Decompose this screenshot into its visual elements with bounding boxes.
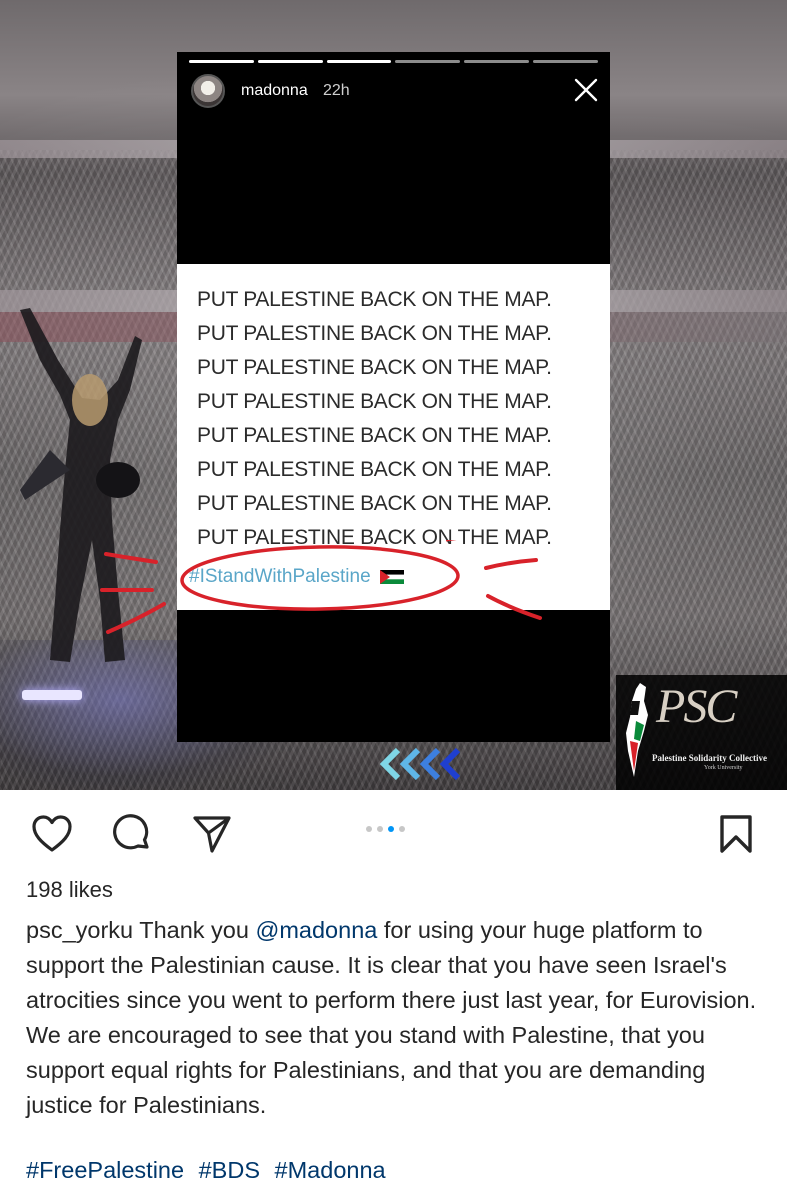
palestine-map-icon xyxy=(626,683,648,777)
carousel-indicator xyxy=(366,826,405,832)
story-progress-bar xyxy=(189,60,598,63)
hashtag-link[interactable]: #FreePalestine xyxy=(26,1157,184,1183)
carousel-dot xyxy=(377,826,383,832)
hashtag-link[interactable]: #BDS xyxy=(199,1157,260,1183)
red-circle-annotation xyxy=(100,540,542,634)
stage-light xyxy=(22,690,82,700)
hashtag-link[interactable]: #Madonna xyxy=(275,1157,386,1183)
bookmark-icon xyxy=(720,815,752,853)
psc-logo: PSC Palestine Solidarity Collective York… xyxy=(616,675,787,790)
like-button[interactable] xyxy=(30,812,74,856)
story-text-line: PUT PALESTINE BACK ON THE MAP. xyxy=(197,390,552,413)
story-text-line: PUT PALESTINE BACK ON THE MAP. xyxy=(197,288,552,311)
hashtag-list: #FreePalestine #BDS #Madonna xyxy=(26,1157,392,1184)
story-username[interactable]: madonna xyxy=(241,82,308,100)
story-text-line: PUT PALESTINE BACK ON THE MAP. xyxy=(197,322,552,345)
close-icon[interactable] xyxy=(572,76,600,104)
caption-text: for using your huge platform to support … xyxy=(26,917,757,1118)
swipe-chevrons-icon xyxy=(379,747,461,781)
story-text-line: PUT PALESTINE BACK ON THE MAP. xyxy=(197,424,552,447)
comment-button[interactable] xyxy=(110,812,154,856)
mention-link[interactable]: @madonna xyxy=(255,917,377,943)
carousel-dot xyxy=(399,826,405,832)
story-text-line: PUT PALESTINE BACK ON THE MAP. xyxy=(197,458,552,481)
story-text-line: PUT PALESTINE BACK ON THE MAP. xyxy=(197,356,552,379)
carousel-dot xyxy=(366,826,372,832)
caption-author[interactable]: psc_yorku xyxy=(26,917,133,943)
story-avatar[interactable] xyxy=(191,74,225,108)
comment-icon xyxy=(113,814,149,850)
share-button[interactable] xyxy=(190,812,234,856)
carousel-dot-active xyxy=(388,826,394,832)
heart-icon xyxy=(32,815,72,852)
post-image[interactable]: madonna 22h PUT PALESTINE BACK ON THE MA… xyxy=(0,0,787,790)
save-button[interactable] xyxy=(714,812,758,856)
psc-name: Palestine Solidarity Collective xyxy=(652,753,767,763)
psc-subtitle: York University xyxy=(704,765,743,771)
like-count[interactable]: 198 likes xyxy=(26,877,113,903)
send-icon xyxy=(193,816,231,853)
caption-text: Thank you xyxy=(133,917,256,943)
story-timestamp: 22h xyxy=(323,82,350,99)
post-caption: psc_yorku Thank you @madonna for using y… xyxy=(26,913,766,1123)
story-text-line: PUT PALESTINE BACK ON THE MAP. xyxy=(197,492,552,515)
psc-letters: PSC xyxy=(656,680,737,733)
